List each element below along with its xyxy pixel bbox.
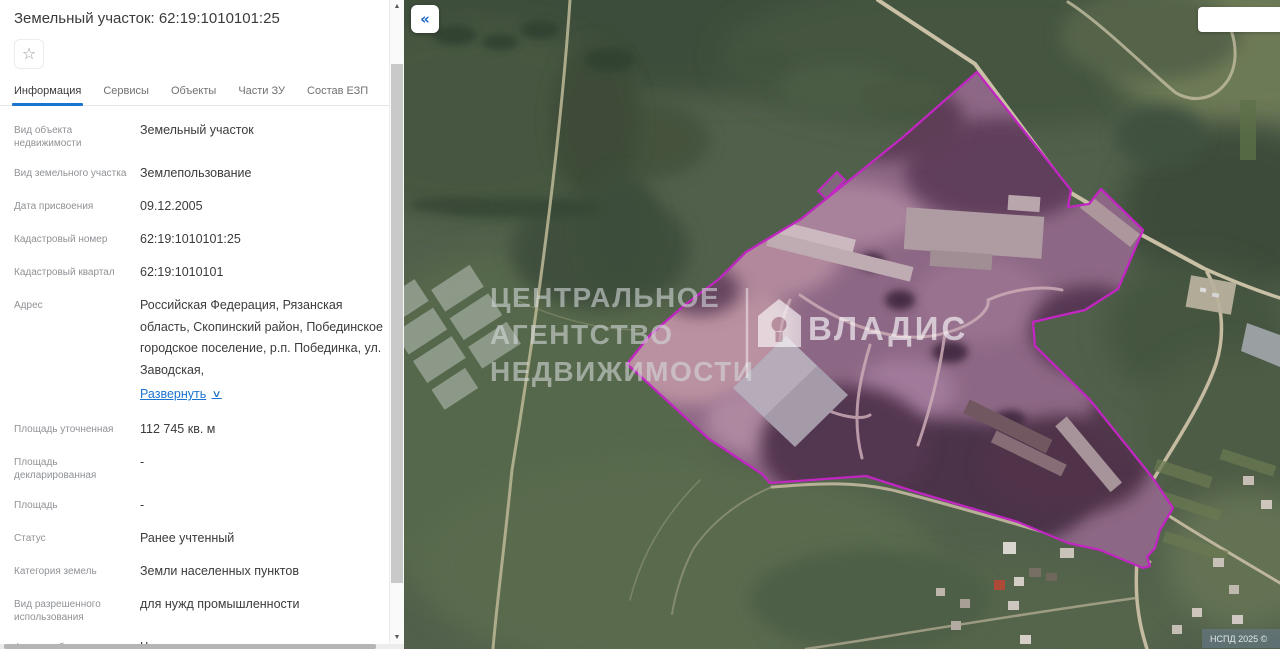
field-value: Земельный участок xyxy=(140,120,389,150)
field-row: Дата присвоения 09.12.2005 xyxy=(14,196,389,216)
panel-vertical-scrollbar[interactable]: ▲ ▼ xyxy=(389,0,404,649)
panel-horizontal-scrollbar[interactable] xyxy=(0,644,404,649)
field-label: Площадь декларированная xyxy=(14,452,140,482)
field-label: Площадь xyxy=(14,495,140,515)
watermark-line-2: АГЕНТСТВО xyxy=(490,319,674,350)
double-chevron-left-icon: « xyxy=(420,10,430,28)
field-value: 112 745 кв. м xyxy=(140,419,389,439)
chevron-down-icon: ∨ xyxy=(212,384,222,406)
field-label: Кадастровый номер xyxy=(14,229,140,249)
field-value: 62:19:1010101 xyxy=(140,262,389,282)
watermark-brand-text: ВЛАДИС xyxy=(808,310,968,347)
field-row: Статус Ранее учтенный xyxy=(14,528,389,548)
field-value: Ранее учтенный xyxy=(140,528,389,548)
tab-services[interactable]: Сервисы xyxy=(103,85,149,97)
address-text: Российская Федерация, Рязанская область,… xyxy=(140,298,383,377)
watermark-line-1: ЦЕНТРАЛЬНОЕ xyxy=(490,282,720,313)
field-row: Площадь декларированная - xyxy=(14,452,389,482)
watermark-line-3: НЕДВИЖИМОСТИ xyxy=(490,356,754,387)
map-toolbar-box[interactable] xyxy=(1198,7,1280,32)
field-row-address: Адрес Российская Федерация, Рязанская об… xyxy=(14,295,389,406)
vertical-scroll-thumb[interactable] xyxy=(391,64,403,583)
tab-parcel-parts[interactable]: Части ЗУ xyxy=(238,85,285,97)
field-value: 62:19:1010101:25 xyxy=(140,229,389,249)
field-value: - xyxy=(140,495,389,515)
attribution-text: НСПД 2025 © xyxy=(1210,634,1268,644)
expand-address-link[interactable]: Развернуть ∨ xyxy=(140,384,221,406)
field-label: Вид объекта недвижимости xyxy=(14,120,140,150)
field-row: Вид земельного участка Землепользование xyxy=(14,163,389,183)
attribution-badge: НСПД 2025 © xyxy=(1202,629,1280,648)
field-label: Статус xyxy=(14,528,140,548)
field-row: Кадастровый квартал 62:19:1010101 xyxy=(14,262,389,282)
collapse-panel-button[interactable]: « xyxy=(411,5,439,33)
satellite-map[interactable]: ЦЕНТРАЛЬНОЕ АГЕНТСТВО НЕДВИЖИМОСТИ ВЛАДИ… xyxy=(404,0,1280,649)
field-row: Площадь - xyxy=(14,495,389,515)
field-row: Вид разрешенного использования для нужд … xyxy=(14,594,389,624)
field-value: 09.12.2005 xyxy=(140,196,389,216)
page-title: Земельный участок: 62:19:1010101:25 xyxy=(0,0,389,28)
field-list: Вид объекта недвижимости Земельный участ… xyxy=(0,106,389,649)
field-label: Вид земельного участка xyxy=(14,163,140,183)
tab-bar: Информация Сервисы Объекты Части ЗУ Сост… xyxy=(0,85,389,106)
field-value: Российская Федерация, Рязанская область,… xyxy=(140,295,389,406)
scroll-down-icon[interactable]: ▼ xyxy=(390,634,404,641)
field-label: Адрес xyxy=(14,295,140,406)
field-value: - xyxy=(140,452,389,482)
field-label: Вид разрешенного использования xyxy=(14,594,140,624)
tab-objects[interactable]: Объекты xyxy=(171,85,216,97)
scroll-up-icon[interactable]: ▲ xyxy=(390,3,404,10)
field-row: Кадастровый номер 62:19:1010101:25 xyxy=(14,229,389,249)
field-label: Площадь уточненная xyxy=(14,419,140,439)
field-value: для нужд промышленности xyxy=(140,594,389,624)
star-icon: ☆ xyxy=(22,44,36,64)
field-label: Категория земель xyxy=(14,561,140,581)
tab-ezp-content[interactable]: Состав ЕЗП xyxy=(307,85,368,97)
field-label: Кадастровый квартал xyxy=(14,262,140,282)
tab-information[interactable]: Информация xyxy=(14,85,81,97)
favorite-button[interactable]: ☆ xyxy=(14,39,44,69)
field-row: Категория земель Земли населенных пункто… xyxy=(14,561,389,581)
horizontal-scroll-thumb[interactable] xyxy=(4,644,376,649)
field-value: Земли населенных пунктов xyxy=(140,561,389,581)
field-row: Площадь уточненная 112 745 кв. м xyxy=(14,419,389,439)
field-row: Вид объекта недвижимости Земельный участ… xyxy=(14,120,389,150)
parcel-info-panel: Земельный участок: 62:19:1010101:25 ☆ Ин… xyxy=(0,0,389,649)
field-value: Землепользование xyxy=(140,163,389,183)
field-label: Дата присвоения xyxy=(14,196,140,216)
